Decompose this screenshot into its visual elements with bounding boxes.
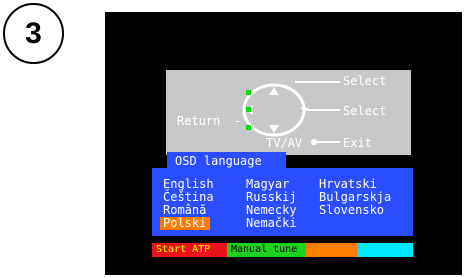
remote-control-panel: Return - + TV/AV Select Select Exit <box>166 70 411 155</box>
blue-key[interactable] <box>357 243 413 257</box>
osd-language-menu: English Čeština Română Polski Magyar Rus… <box>152 168 413 236</box>
select-top-label: Select <box>343 74 387 88</box>
red-key-start-atp[interactable]: Start ATP <box>152 243 227 257</box>
arrow-down-icon <box>269 125 279 133</box>
osd-language-title: OSD language <box>167 152 286 171</box>
arrow-up-icon <box>269 87 279 95</box>
green-key-manual-tune[interactable]: Manual tune <box>227 243 306 257</box>
plus-icon: + <box>300 101 309 117</box>
return-dash: - <box>234 114 242 128</box>
return-label: Return <box>177 114 221 128</box>
exit-dot-icon <box>311 139 317 145</box>
led-icon <box>246 125 251 130</box>
led-icon <box>246 107 251 112</box>
language-option-selected[interactable]: Polski <box>160 217 211 230</box>
tv-av-label: TV/AV <box>266 136 303 150</box>
led-icon <box>246 90 251 95</box>
exit-label: Exit <box>343 136 372 150</box>
select-right-label: Select <box>343 104 387 118</box>
language-option[interactable]: Nemački <box>246 217 297 230</box>
yellow-key[interactable] <box>306 243 357 257</box>
step-number-badge: 3 <box>3 3 64 64</box>
language-option[interactable]: Slovensko <box>319 204 384 217</box>
